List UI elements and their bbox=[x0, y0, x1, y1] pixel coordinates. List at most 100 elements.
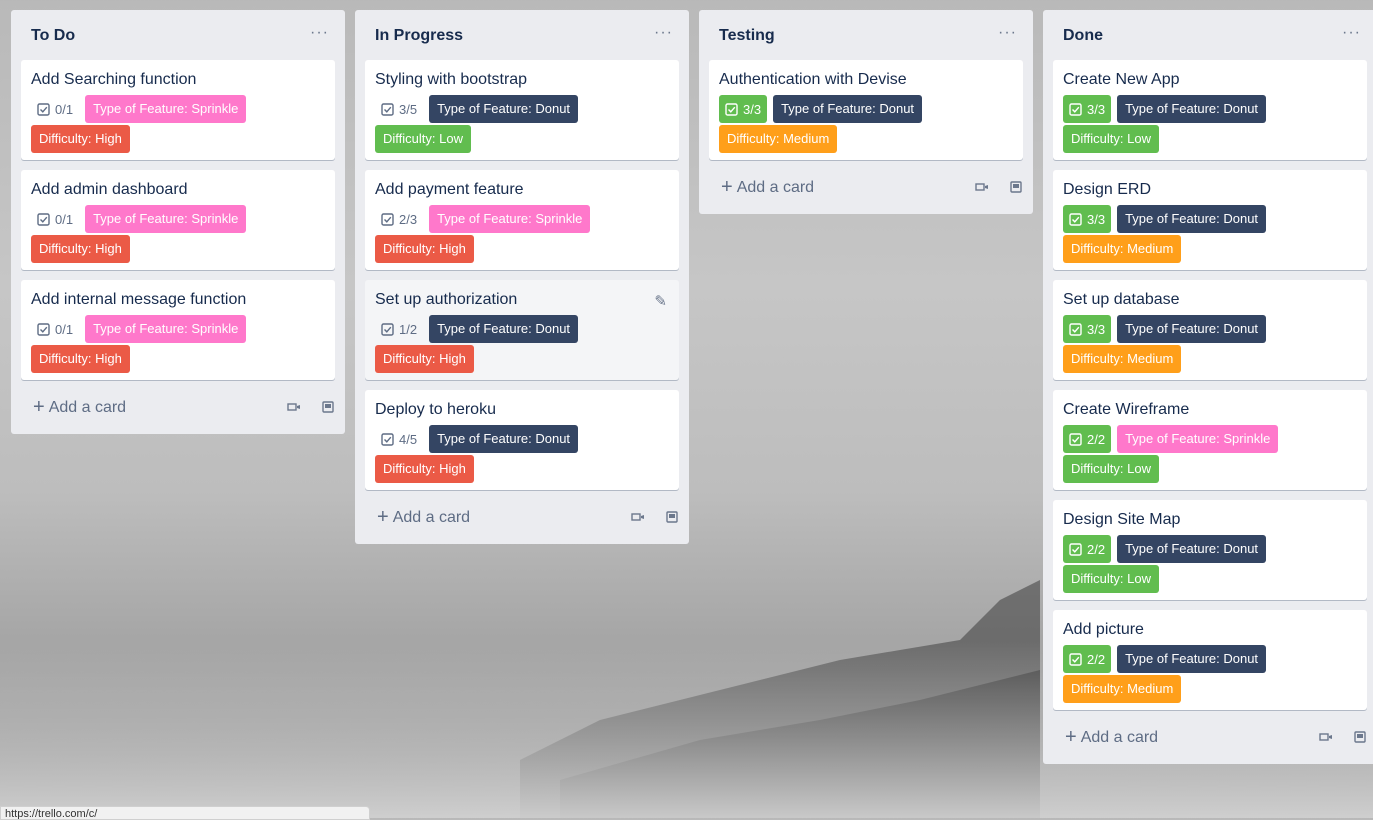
checklist-badge: 0/1 bbox=[31, 315, 79, 343]
card-label-feature[interactable]: Type of Feature: Donut bbox=[1117, 95, 1267, 123]
card[interactable]: Create New App 3/3 Type of Feature: Donut D… bbox=[1053, 60, 1367, 160]
card-label-feature[interactable]: Type of Feature: Donut bbox=[429, 425, 579, 453]
card-badges: 3/3 Type of Feature: Donut bbox=[1063, 94, 1357, 124]
card-badges: 3/3 Type of Feature: Donut bbox=[1063, 204, 1357, 234]
plus-icon: + bbox=[33, 396, 45, 418]
card-labels-row: Difficulty: Low bbox=[1063, 454, 1357, 484]
add-card-row: + Add a card bbox=[709, 170, 1023, 206]
card[interactable]: Set up database 3/3 Type of Feature: Donut… bbox=[1053, 280, 1367, 380]
card-label-difficulty[interactable]: Difficulty: Low bbox=[1063, 565, 1159, 593]
pencil-icon[interactable]: ✎ bbox=[654, 292, 667, 310]
list-header: Done ··· bbox=[1053, 10, 1367, 60]
add-card-button[interactable]: + Add a card bbox=[721, 176, 814, 199]
list-title[interactable]: To Do bbox=[31, 27, 75, 45]
ellipsis-icon[interactable]: ··· bbox=[998, 24, 1017, 42]
card-label-feature[interactable]: Type of Feature: Sprinkle bbox=[1117, 425, 1279, 453]
list-testing: Testing ··· Authentication with Devise 3/… bbox=[699, 10, 1033, 214]
checklist-badge: 3/3 bbox=[1063, 315, 1112, 343]
card-label-feature[interactable]: Type of Feature: Sprinkle bbox=[429, 205, 591, 233]
checklist-count: 3/3 bbox=[1087, 211, 1106, 227]
card-label-difficulty[interactable]: Difficulty: Medium bbox=[1063, 345, 1182, 373]
add-card-button[interactable]: + Add a card bbox=[33, 396, 126, 419]
list-header: In Progress ··· bbox=[365, 10, 679, 60]
checkbox-icon bbox=[37, 102, 50, 116]
card-label-feature[interactable]: Type of Feature: Donut bbox=[1117, 315, 1267, 343]
card-label-difficulty[interactable]: Difficulty: Medium bbox=[719, 125, 838, 153]
card-label-feature[interactable]: Type of Feature: Sprinkle bbox=[85, 95, 247, 123]
checkbox-icon bbox=[1069, 542, 1082, 556]
list-title[interactable]: In Progress bbox=[375, 27, 463, 45]
add-card-label: Add a card bbox=[736, 179, 815, 196]
card-label-feature[interactable]: Type of Feature: Donut bbox=[429, 95, 579, 123]
card-label-feature[interactable]: Type of Feature: Donut bbox=[429, 315, 579, 343]
card-label-feature[interactable]: Type of Feature: Donut bbox=[1117, 205, 1267, 233]
card-label-feature[interactable]: Type of Feature: Donut bbox=[773, 95, 923, 123]
add-card-button[interactable]: + Add a card bbox=[1065, 726, 1158, 749]
card[interactable]: Set up authorization 1/2 Type of Feature: … bbox=[365, 280, 679, 380]
create-from-template-icon[interactable] bbox=[321, 401, 335, 413]
card-labels-row: Difficulty: Medium bbox=[1063, 234, 1357, 264]
card[interactable]: Add Searching function 0/1 Type of Feature… bbox=[21, 60, 335, 160]
card-label-difficulty[interactable]: Difficulty: Low bbox=[1063, 125, 1159, 153]
checklist-badge: 3/5 bbox=[375, 95, 423, 123]
card-template-icon[interactable] bbox=[1319, 731, 1333, 743]
card[interactable]: Design ERD 3/3 Type of Feature: Donut Diffi… bbox=[1053, 170, 1367, 270]
card-labels-row: Difficulty: Medium bbox=[1063, 344, 1357, 374]
card[interactable]: Add payment feature 2/3 Type of Feature: S… bbox=[365, 170, 679, 270]
checklist-badge: 3/3 bbox=[1063, 205, 1112, 233]
card-label-difficulty[interactable]: Difficulty: Low bbox=[375, 125, 471, 153]
add-card-button[interactable]: + Add a card bbox=[377, 506, 470, 529]
checklist-badge: 3/3 bbox=[719, 95, 768, 123]
ellipsis-icon[interactable]: ··· bbox=[310, 24, 329, 42]
card-badges: 4/5 Type of Feature: Donut bbox=[375, 424, 669, 454]
create-from-template-icon[interactable] bbox=[665, 511, 679, 523]
card-title: Create New App bbox=[1063, 71, 1180, 88]
card[interactable]: Add picture 2/2 Type of Feature: Donut Diff… bbox=[1053, 610, 1367, 710]
list-title[interactable]: Testing bbox=[719, 27, 775, 45]
card-title: Add Searching function bbox=[31, 71, 197, 88]
card-label-difficulty[interactable]: Difficulty: High bbox=[31, 345, 130, 373]
card-badges: 1/2 Type of Feature: Donut bbox=[375, 314, 669, 344]
card[interactable]: Design Site Map 2/2 Type of Feature: Donut… bbox=[1053, 500, 1367, 600]
card[interactable]: Deploy to heroku 4/5 Type of Feature: Donu… bbox=[365, 390, 679, 490]
card-label-difficulty[interactable]: Difficulty: High bbox=[31, 125, 130, 153]
checklist-count: 3/5 bbox=[399, 101, 418, 117]
checkbox-icon bbox=[381, 322, 394, 336]
card-label-feature[interactable]: Type of Feature: Sprinkle bbox=[85, 315, 247, 343]
card-title: Add payment feature bbox=[375, 181, 524, 198]
card-label-difficulty[interactable]: Difficulty: Low bbox=[1063, 455, 1159, 483]
checklist-count: 0/1 bbox=[55, 211, 74, 227]
card-template-icon[interactable] bbox=[975, 181, 989, 193]
card-title: Authentication with Devise bbox=[719, 71, 907, 88]
checkbox-icon bbox=[37, 322, 50, 336]
card-label-difficulty[interactable]: Difficulty: Medium bbox=[1063, 235, 1182, 263]
checklist-count: 3/3 bbox=[1087, 101, 1106, 117]
card-labels-row: Difficulty: High bbox=[31, 234, 325, 264]
card-title: Set up database bbox=[1063, 291, 1180, 308]
ellipsis-icon[interactable]: ··· bbox=[1342, 24, 1361, 42]
checklist-count: 2/2 bbox=[1087, 651, 1106, 667]
card[interactable]: Add admin dashboard 0/1 Type of Feature: S… bbox=[21, 170, 335, 270]
card-label-difficulty[interactable]: Difficulty: High bbox=[375, 455, 474, 483]
card[interactable]: Authentication with Devise 3/3 Type of Fea… bbox=[709, 60, 1023, 160]
card-label-feature[interactable]: Type of Feature: Donut bbox=[1117, 645, 1267, 673]
ellipsis-icon[interactable]: ··· bbox=[654, 24, 673, 42]
card[interactable]: Add internal message function 0/1 Type of … bbox=[21, 280, 335, 380]
card-label-difficulty[interactable]: Difficulty: High bbox=[31, 235, 130, 263]
card-template-icon[interactable] bbox=[287, 401, 301, 413]
create-from-template-icon[interactable] bbox=[1353, 731, 1367, 743]
checkbox-icon bbox=[1069, 102, 1082, 116]
card-badges: 2/2 Type of Feature: Donut bbox=[1063, 644, 1357, 674]
card-badges: 3/3 Type of Feature: Donut bbox=[1063, 314, 1357, 344]
checklist-count: 4/5 bbox=[399, 431, 418, 447]
card-label-difficulty[interactable]: Difficulty: High bbox=[375, 235, 474, 263]
create-from-template-icon[interactable] bbox=[1009, 181, 1023, 193]
card-label-difficulty[interactable]: Difficulty: Medium bbox=[1063, 675, 1182, 703]
list-title[interactable]: Done bbox=[1063, 27, 1103, 45]
card-label-difficulty[interactable]: Difficulty: High bbox=[375, 345, 474, 373]
card-label-feature[interactable]: Type of Feature: Donut bbox=[1117, 535, 1267, 563]
card-label-feature[interactable]: Type of Feature: Sprinkle bbox=[85, 205, 247, 233]
card-template-icon[interactable] bbox=[631, 511, 645, 523]
card[interactable]: Styling with bootstrap 3/5 Type of Feature… bbox=[365, 60, 679, 160]
card[interactable]: Create Wireframe 2/2 Type of Feature: Spri… bbox=[1053, 390, 1367, 490]
